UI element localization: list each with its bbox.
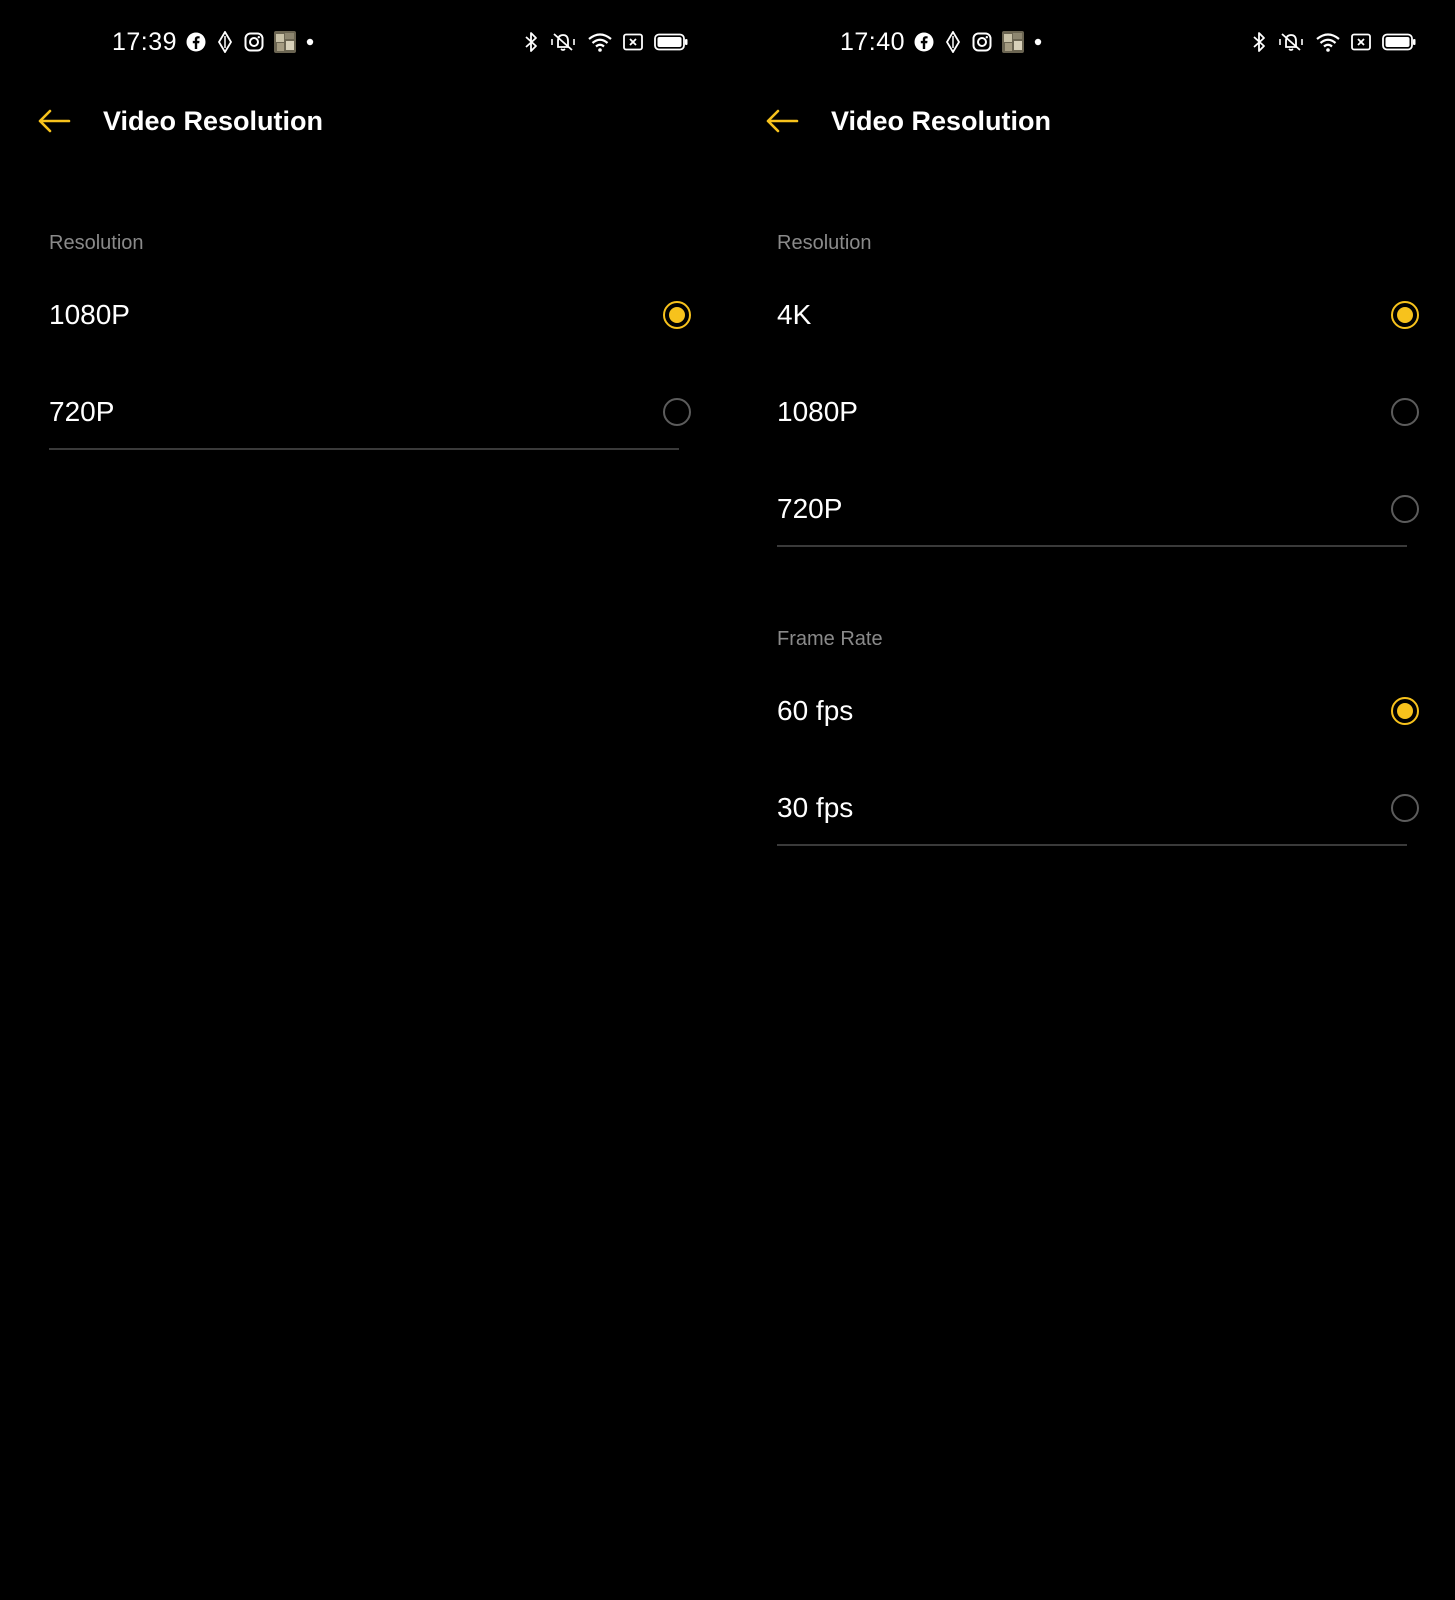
instagram-icon	[244, 32, 264, 52]
vibrate-icon	[1277, 31, 1305, 53]
resolution-section: Resolution 1080P 720P	[49, 228, 691, 450]
radio-button-selected[interactable]	[1391, 301, 1419, 329]
option-60fps[interactable]: 60 fps	[777, 674, 1419, 771]
facebook-icon	[186, 32, 206, 52]
radio-button-selected[interactable]	[1391, 697, 1419, 725]
no-sim-icon	[623, 33, 643, 51]
page-title: Video Resolution	[831, 106, 1052, 136]
battery-icon	[654, 33, 688, 51]
radio-button[interactable]	[663, 398, 691, 426]
bluetooth-icon	[524, 31, 538, 53]
status-time: 17:40	[840, 28, 906, 56]
back-button[interactable]	[34, 106, 74, 140]
more-notifications-dot-icon	[306, 38, 314, 46]
resolution-section: Resolution 4K 1080P 720P	[777, 228, 1419, 547]
status-bar: 17:39	[0, 22, 727, 62]
bluetooth-icon	[1252, 31, 1266, 53]
system-icons	[1252, 28, 1416, 56]
radio-button[interactable]	[1391, 794, 1419, 822]
option-720p[interactable]: 720P	[49, 375, 691, 472]
no-sim-icon	[1351, 33, 1371, 51]
section-header-frame-rate: Frame Rate	[777, 628, 883, 650]
radio-button[interactable]	[1391, 495, 1419, 523]
option-30fps[interactable]: 30 fps	[777, 771, 1419, 868]
app-header: Video Resolution	[728, 92, 1455, 152]
option-1080p[interactable]: 1080P	[777, 375, 1419, 472]
section-header-resolution: Resolution	[777, 232, 872, 254]
vibrate-icon	[549, 31, 577, 53]
status-time: 17:39	[112, 28, 178, 56]
more-notifications-dot-icon	[1034, 38, 1042, 46]
wifi-icon	[588, 32, 612, 52]
back-button[interactable]	[762, 106, 802, 140]
option-label: 60 fps	[777, 695, 854, 726]
app-header: Video Resolution	[0, 92, 727, 152]
option-720p[interactable]: 720P	[777, 472, 1419, 569]
option-label: 720P	[49, 396, 115, 427]
option-label: 720P	[777, 493, 843, 524]
radio-button[interactable]	[1391, 398, 1419, 426]
frame-rate-section: Frame Rate 60 fps 30 fps	[777, 624, 1419, 846]
arrow-left-icon	[765, 109, 799, 138]
notification-icons	[186, 28, 314, 56]
radio-button-selected[interactable]	[663, 301, 691, 329]
facebook-icon	[914, 32, 934, 52]
settings-screen-left: 17:39 Video Resolution Resolution 1080P …	[0, 0, 727, 1600]
wifi-icon	[1316, 32, 1340, 52]
section-header-resolution: Resolution	[49, 232, 144, 254]
option-1080p[interactable]: 1080P	[49, 278, 691, 375]
page-title: Video Resolution	[103, 106, 324, 136]
status-bar: 17:40	[728, 22, 1455, 62]
system-icons	[524, 28, 688, 56]
navigation-icon	[944, 31, 962, 53]
option-label: 4K	[777, 299, 812, 330]
battery-icon	[1382, 33, 1416, 51]
option-label: 30 fps	[777, 792, 854, 823]
photo-thumbnail-icon	[1002, 31, 1024, 53]
option-4k[interactable]: 4K	[777, 278, 1419, 375]
arrow-left-icon	[37, 109, 71, 138]
option-label: 1080P	[49, 299, 130, 330]
option-label: 1080P	[777, 396, 858, 427]
photo-thumbnail-icon	[274, 31, 296, 53]
instagram-icon	[972, 32, 992, 52]
navigation-icon	[216, 31, 234, 53]
settings-screen-right: 17:40 Video Resolution Resolution 4K 108…	[728, 0, 1455, 1600]
notification-icons	[914, 28, 1042, 56]
